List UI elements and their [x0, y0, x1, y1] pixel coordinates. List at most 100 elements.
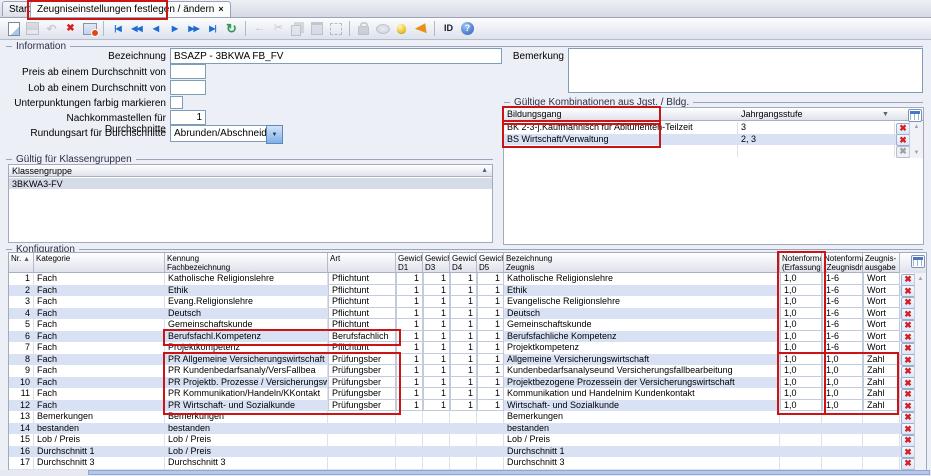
- cell-d5[interactable]: 1: [477, 388, 504, 400]
- cell-nf_druck[interactable]: 1,0: [822, 377, 863, 389]
- table-row[interactable]: 12FachPR Wirtschaft- und SozialkundePrüf…: [9, 400, 926, 412]
- unterpunktungen-checkbox[interactable]: [170, 96, 183, 109]
- cell-d3[interactable]: 1: [423, 342, 450, 354]
- horn-icon[interactable]: [411, 20, 430, 38]
- cell-d1[interactable]: 1: [396, 388, 423, 400]
- edit-form-icon[interactable]: [80, 20, 99, 38]
- bemerkung-textarea[interactable]: [568, 48, 923, 93]
- cell-d4[interactable]: 1: [450, 319, 477, 331]
- table-row[interactable]: 10FachPR Projektb. Prozesse / Versicheru…: [9, 377, 926, 389]
- kombination-empty-row[interactable]: ✖: [504, 145, 923, 157]
- scroll-up-icon[interactable]: ▲: [915, 274, 926, 284]
- cell-d5[interactable]: 1: [477, 354, 504, 366]
- table-row[interactable]: 9FachPR Kundenbedarfsanaly/VersFallbeaPr…: [9, 365, 926, 377]
- cell-nf_erf[interactable]: 1,0: [780, 354, 822, 366]
- column-header-nr[interactable]: Nr. ▲: [9, 253, 34, 273]
- column-header-d5[interactable]: Gewicht D5: [477, 253, 504, 273]
- cell-ausgabe[interactable]: Wort: [863, 331, 900, 343]
- cell-d1[interactable]: 1: [396, 354, 423, 366]
- cell-d5[interactable]: 1: [477, 331, 504, 343]
- column-header-nf_druck[interactable]: Notenformat (Zeugnisdruck): [822, 253, 863, 273]
- cell-d1[interactable]: 1: [396, 308, 423, 320]
- refresh-icon[interactable]: ↻: [222, 20, 241, 38]
- table-row[interactable]: 16Durchschnitt 1Lob / PreisDurchschnitt …: [9, 446, 926, 458]
- cell-d5[interactable]: 1: [477, 365, 504, 377]
- scroll-up-icon[interactable]: ▲: [910, 122, 923, 132]
- cell-d3[interactable]: 1: [423, 296, 450, 308]
- cell-d5[interactable]: 1: [477, 308, 504, 320]
- cell-nf_druck[interactable]: 1,0: [822, 388, 863, 400]
- cell-nf_erf[interactable]: 1,0: [780, 273, 822, 285]
- cell-d4[interactable]: 1: [450, 354, 477, 366]
- cell-d1[interactable]: 1: [396, 400, 423, 412]
- lob-input[interactable]: [170, 80, 206, 95]
- delete-record-icon[interactable]: ✖: [61, 20, 80, 38]
- cell-d4[interactable]: 1: [450, 296, 477, 308]
- cell-d4[interactable]: 1: [450, 365, 477, 377]
- cell-d4[interactable]: 1: [450, 273, 477, 285]
- cell-art[interactable]: Pflichtunt: [328, 296, 396, 308]
- cell-d1[interactable]: 1: [396, 273, 423, 285]
- cell-nf_erf[interactable]: 1,0: [780, 365, 822, 377]
- cell-d5[interactable]: 1: [477, 319, 504, 331]
- cell-nf_erf[interactable]: 1,0: [780, 308, 822, 320]
- rundungsart-dropdown-icon[interactable]: ▼: [266, 125, 283, 144]
- cell-art[interactable]: Berufsfachlich: [328, 331, 396, 343]
- cell-d5[interactable]: 1: [477, 273, 504, 285]
- kombinationen-scrollbar[interactable]: ▲ ▼: [909, 122, 923, 158]
- last-record-icon[interactable]: ▶|: [203, 20, 222, 38]
- cell-d1[interactable]: 1: [396, 319, 423, 331]
- cell-nf_druck[interactable]: 1-6: [822, 319, 863, 331]
- table-row[interactable]: 17Durchschnitt 3Durchschnitt 3Durchschni…: [9, 457, 926, 469]
- cell-d5[interactable]: 1: [477, 400, 504, 412]
- table-row[interactable]: 7FachProjektkompetenzPflichtunt1111Proje…: [9, 342, 926, 354]
- cell-nf_druck[interactable]: 1-6: [822, 296, 863, 308]
- cell-d5[interactable]: 1: [477, 285, 504, 297]
- cell-art[interactable]: Prüfungsber: [328, 377, 396, 389]
- cell-ausgabe[interactable]: Zahl: [863, 354, 900, 366]
- column-header-d1[interactable]: Gewicht D1: [396, 253, 423, 273]
- table-row[interactable]: 2FachEthikPflichtunt1111Ethik1,01-6Wort✖: [9, 285, 926, 297]
- cell-ausgabe[interactable]: Zahl: [863, 400, 900, 412]
- table-row[interactable]: 11FachPR Kommunikation/Handeln/KKontaktP…: [9, 388, 926, 400]
- cell-nf_erf[interactable]: 1,0: [780, 319, 822, 331]
- horizontal-scrollbar-thumb[interactable]: [88, 470, 930, 475]
- bezeichnung-input[interactable]: BSAZP - 3BKWA FB_FV: [170, 48, 502, 64]
- cell-d4[interactable]: 1: [450, 342, 477, 354]
- cell-art[interactable]: Pflichtunt: [328, 308, 396, 320]
- cell-art[interactable]: Prüfungsber: [328, 400, 396, 412]
- horizontal-scrollbar[interactable]: [0, 470, 931, 476]
- fast-forward-icon[interactable]: ▶▶: [184, 20, 203, 38]
- cell-nf_erf[interactable]: 1,0: [780, 400, 822, 412]
- cell-ausgabe[interactable]: Zahl: [863, 365, 900, 377]
- cell-art[interactable]: Prüfungsber: [328, 388, 396, 400]
- help-icon[interactable]: ?: [458, 20, 477, 38]
- sort-asc-icon[interactable]: ▲: [481, 167, 488, 174]
- cell-d4[interactable]: 1: [450, 331, 477, 343]
- jahrgangsstufe-header[interactable]: Jahrgangsstufe: [741, 109, 803, 119]
- konfiguration-scrollbar[interactable]: ▲: [914, 273, 926, 476]
- cell-ausgabe[interactable]: Wort: [863, 319, 900, 331]
- cell-nf_druck[interactable]: 1-6: [822, 342, 863, 354]
- cell-nf_erf[interactable]: 1,0: [780, 388, 822, 400]
- column-header-d3[interactable]: Gewicht D3: [423, 253, 450, 273]
- cell-d3[interactable]: 1: [423, 388, 450, 400]
- cell-nf_erf[interactable]: 1,0: [780, 296, 822, 308]
- cell-d1[interactable]: 1: [396, 331, 423, 343]
- cell-d5[interactable]: 1: [477, 342, 504, 354]
- cell-art[interactable]: Pflichtunt: [328, 319, 396, 331]
- table-row[interactable]: 5FachGemeinschaftskundePflichtunt1111Gem…: [9, 319, 926, 331]
- cell-nf_druck[interactable]: 1-6: [822, 273, 863, 285]
- cell-d3[interactable]: 1: [423, 308, 450, 320]
- bildungsgang-header[interactable]: Bildungsgang: [507, 109, 562, 119]
- close-icon[interactable]: ×: [218, 5, 223, 14]
- cell-ausgabe[interactable]: Wort: [863, 273, 900, 285]
- klassengruppe-row[interactable]: 3BKWA3-FV: [9, 178, 492, 189]
- column-header-kategorie[interactable]: Kategorie: [34, 253, 165, 273]
- cell-ausgabe[interactable]: Zahl: [863, 388, 900, 400]
- cell-d4[interactable]: 1: [450, 308, 477, 320]
- kombination-row[interactable]: BK 2-3-j.Kaufmännisch für Abiturienten-T…: [504, 122, 923, 134]
- cell-d1[interactable]: 1: [396, 377, 423, 389]
- cell-art[interactable]: Prüfungsber: [328, 354, 396, 366]
- cell-d1[interactable]: 1: [396, 342, 423, 354]
